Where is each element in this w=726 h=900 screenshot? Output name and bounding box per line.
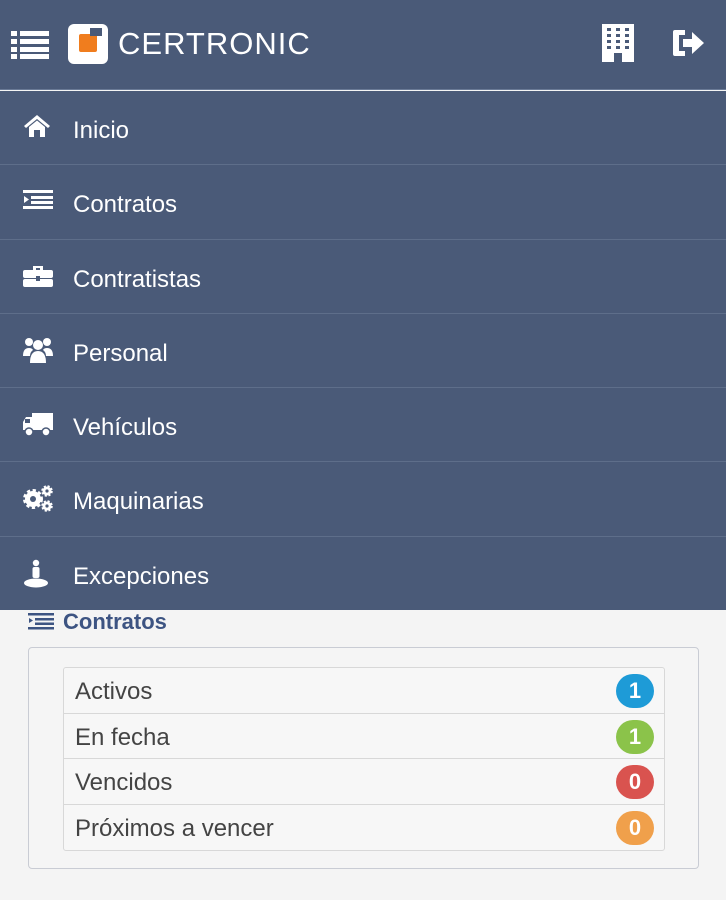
list-item-proximos-a-vencer[interactable]: Próximos a vencer 0: [64, 805, 664, 851]
logout-icon[interactable]: [671, 28, 707, 58]
count-badge: 0: [616, 810, 654, 845]
contratos-panel: Activos 1 En fecha 1 Vencidos 0 Próximos…: [28, 647, 699, 869]
side-nav: Inicio Contratos Contratistas Personal V…: [0, 91, 726, 610]
hamburger-icon[interactable]: [11, 31, 49, 59]
nav-label: Inicio: [73, 117, 130, 144]
truck-icon: [22, 410, 54, 440]
nav-label: Maquinarias: [73, 488, 204, 516]
list-icon: [28, 613, 54, 631]
nav-item-contratistas[interactable]: Contratistas: [0, 240, 726, 314]
list-item-en-fecha[interactable]: En fecha 1: [64, 714, 664, 759]
nav-item-contratos[interactable]: Contratos: [0, 165, 726, 240]
person-pin-icon: [22, 559, 54, 589]
nav-item-inicio[interactable]: Inicio: [0, 91, 726, 166]
nav-label: Contratos: [73, 191, 178, 219]
nav-label: Contratistas: [73, 265, 202, 293]
logo-icon: [68, 24, 108, 64]
nav-label: Excepciones: [73, 562, 210, 590]
brand-name: CERTRONIC: [118, 26, 311, 61]
list-icon: [22, 187, 54, 217]
row-label: Vencidos: [75, 769, 173, 796]
nav-item-excepciones[interactable]: Excepciones: [0, 537, 726, 611]
nav-label: Vehículos: [73, 414, 178, 442]
count-badge: 0: [616, 765, 654, 799]
row-label: En fecha: [75, 723, 170, 751]
list-item-activos[interactable]: Activos 1: [64, 668, 664, 714]
home-icon: [22, 113, 54, 143]
nav-item-vehiculos[interactable]: Vehículos: [0, 388, 726, 463]
gears-icon: [22, 484, 54, 514]
briefcase-icon: [22, 262, 54, 292]
building-icon[interactable]: [602, 24, 634, 62]
row-label: Activos: [75, 678, 153, 705]
row-label: Próximos a vencer: [75, 814, 274, 842]
nav-item-maquinarias[interactable]: Maquinarias: [0, 462, 726, 537]
count-badge: 1: [616, 674, 654, 708]
nav-item-personal[interactable]: Personal: [0, 314, 726, 389]
list-item-vencidos[interactable]: Vencidos 0: [64, 759, 664, 805]
nav-label: Personal: [73, 339, 168, 367]
contratos-list: Activos 1 En fecha 1 Vencidos 0 Próximos…: [63, 667, 665, 851]
top-bar: CERTRONIC: [0, 0, 726, 90]
section-title: Contratos: [63, 609, 167, 634]
users-icon: [22, 336, 54, 366]
count-badge: 1: [616, 719, 654, 754]
